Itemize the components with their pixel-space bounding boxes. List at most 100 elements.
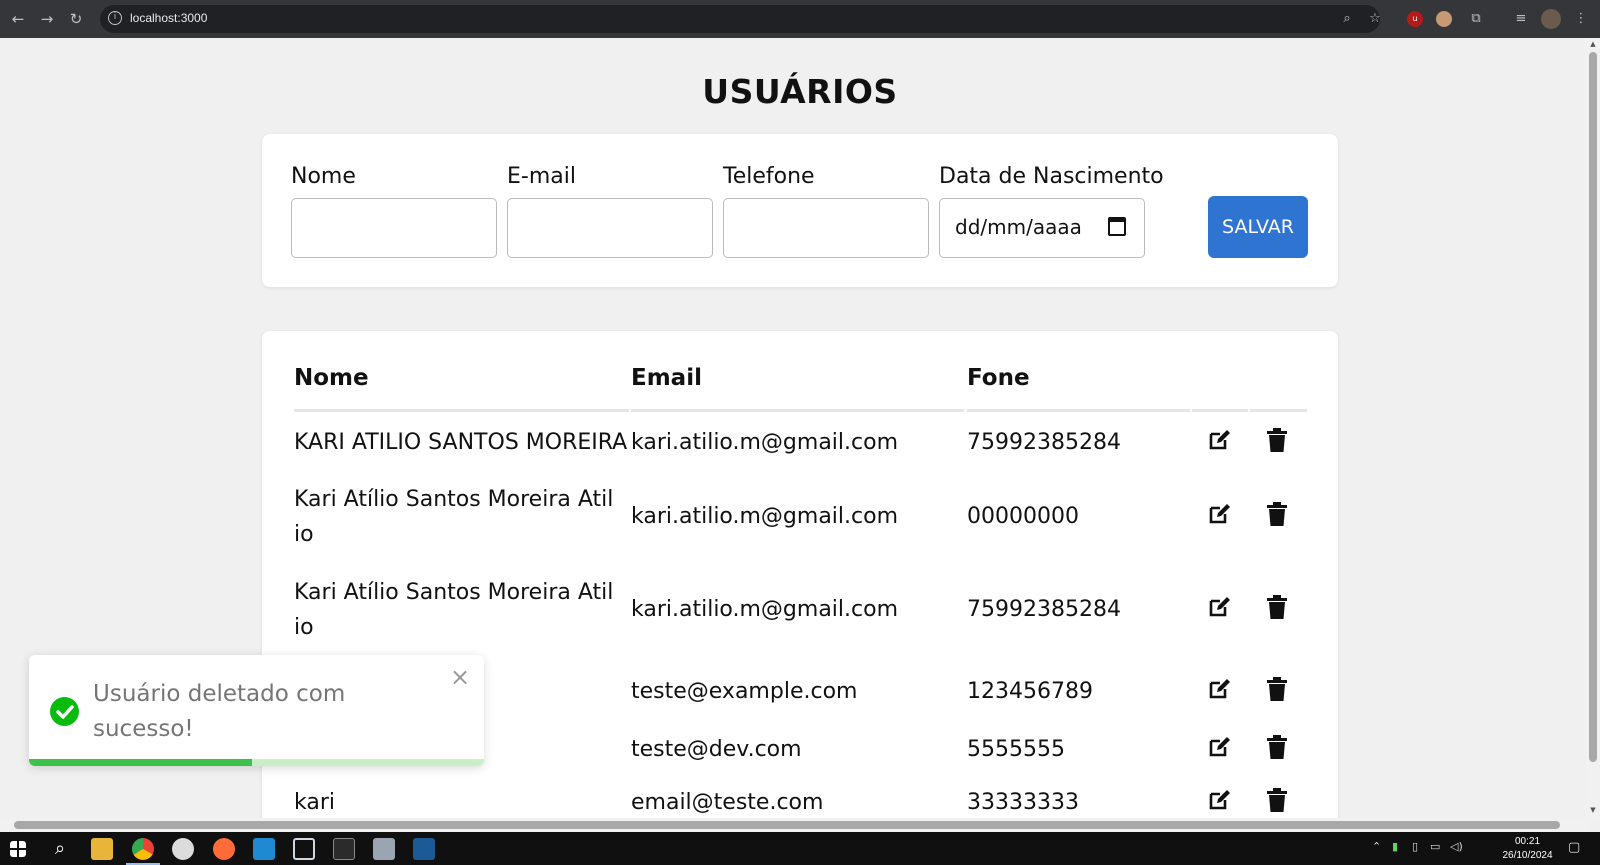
address-url[interactable]: localhost:3000 — [130, 11, 207, 25]
header-divider — [294, 409, 629, 412]
bookmark-star-icon[interactable]: ☆ — [1366, 10, 1384, 28]
browser-toolbar: ← → ↻ i localhost:3000 ⌕ ☆ u ⧉ ≡ ⋮ — [0, 0, 1600, 38]
vertical-scrollbar[interactable]: ▲ ▼ — [1586, 38, 1600, 818]
chrome-icon[interactable] — [132, 838, 154, 860]
trash-icon[interactable] — [1266, 595, 1288, 619]
battery-icon[interactable]: ▭ — [1430, 840, 1440, 853]
tray-overflow-icon[interactable]: ⌃ — [1372, 840, 1381, 853]
trash-icon[interactable] — [1266, 788, 1288, 812]
edit-icon[interactable] — [1208, 596, 1232, 618]
postman-icon[interactable] — [213, 838, 235, 860]
extensions-puzzle-icon[interactable]: ⧉ — [1467, 10, 1485, 28]
clock-time: 00:21 — [1514, 836, 1541, 847]
volume-icon[interactable]: ◁) — [1450, 840, 1463, 853]
save-button[interactable]: SALVAR — [1208, 196, 1308, 258]
reload-icon[interactable]: ↻ — [66, 9, 86, 29]
header-fone: Fone — [967, 365, 1030, 391]
telefone-input[interactable] — [723, 198, 929, 258]
forward-icon[interactable]: → — [37, 9, 57, 29]
cell-nome: kari — [294, 785, 335, 818]
cell-email: kari.atilio.m@gmail.com — [631, 430, 899, 455]
media-queue-icon[interactable]: ≡ — [1512, 10, 1530, 28]
cell-nome-line: kari — [294, 790, 335, 815]
header-nome: Nome — [294, 365, 369, 391]
vscode-icon[interactable] — [253, 838, 275, 860]
cell-fone: 75992385284 — [967, 430, 1121, 455]
cell-nome-line: Kari Atílio Santos Moreira Atil — [294, 580, 614, 605]
mysql-workbench-icon[interactable] — [413, 838, 435, 860]
vertical-scroll-thumb[interactable] — [1589, 52, 1597, 762]
horizontal-scrollbar[interactable] — [0, 818, 1586, 832]
cell-fone: 123456789 — [967, 679, 1093, 704]
trash-icon[interactable] — [1266, 502, 1288, 526]
cell-nome-line: io — [294, 615, 314, 640]
profile-avatar-icon[interactable] — [1541, 9, 1561, 29]
toast-close-icon[interactable]: × — [450, 663, 470, 691]
notifications-icon[interactable]: ▢ — [1568, 840, 1580, 855]
success-check-icon — [50, 697, 79, 726]
field-nome: Nome — [291, 164, 497, 258]
edit-icon[interactable] — [1208, 789, 1232, 811]
header-divider — [967, 409, 1190, 412]
data-nascimento-label: Data de Nascimento — [939, 164, 1164, 189]
extension-avatar-icon[interactable] — [1436, 11, 1452, 27]
cell-nome-line: KARI ATILIO SANTOS MOREIRA — [294, 430, 628, 455]
horizontal-scroll-thumb[interactable] — [14, 821, 1560, 829]
network-signal-icon[interactable]: ▮ — [1392, 840, 1398, 853]
usb-icon[interactable]: ▯ — [1412, 840, 1418, 853]
ublock-extension-icon[interactable]: u — [1407, 11, 1423, 27]
date-placeholder: dd/mm/aaaa — [955, 215, 1082, 239]
toast-message: Usuário deletado com sucesso! — [93, 677, 433, 747]
virtualbox-icon[interactable] — [293, 838, 315, 860]
edit-icon[interactable] — [1208, 429, 1232, 451]
search-icon[interactable]: ⌕ — [49, 838, 71, 860]
cell-nome: KARI ATILIO SANTOS MOREIRA — [294, 425, 627, 460]
email-input[interactable] — [507, 198, 713, 258]
cell-nome: Kari Atílio Santos Moreira Atil io — [294, 575, 613, 645]
cell-fone: 75992385284 — [967, 597, 1121, 622]
address-bar[interactable]: i localhost:3000 ⌕ ☆ — [100, 5, 1381, 33]
cell-email: teste@dev.com — [631, 737, 802, 762]
email-label: E-mail — [507, 164, 576, 189]
cell-nome-line: io — [294, 522, 314, 547]
toast-notification: Usuário deletado com sucesso! × — [29, 655, 484, 766]
back-icon[interactable]: ← — [8, 9, 28, 29]
scroll-down-arrow-icon[interactable]: ▼ — [1589, 806, 1597, 814]
edit-icon[interactable] — [1208, 503, 1232, 525]
trash-icon[interactable] — [1266, 677, 1288, 701]
menu-kebab-icon[interactable]: ⋮ — [1572, 10, 1590, 28]
windows-start-icon[interactable] — [10, 841, 26, 857]
toast-message-line2: sucesso! — [93, 716, 194, 742]
cell-fone: 00000000 — [967, 504, 1079, 529]
edit-icon[interactable] — [1208, 678, 1232, 700]
user-form-card: Nome E-mail Telefone Data de Nascimento … — [262, 134, 1338, 287]
nome-input[interactable] — [291, 198, 497, 258]
header-divider — [1250, 409, 1307, 412]
zoom-icon[interactable]: ⌕ — [1338, 10, 1356, 28]
file-explorer-icon[interactable] — [91, 838, 113, 860]
database-icon[interactable] — [373, 838, 395, 860]
field-email: E-mail — [507, 164, 713, 258]
field-data-nascimento: Data de Nascimento dd/mm/aaaa — [939, 164, 1164, 258]
site-info-icon[interactable]: i — [108, 11, 122, 25]
data-nascimento-input[interactable]: dd/mm/aaaa — [939, 198, 1145, 258]
page-title: USUÁRIOS — [702, 72, 898, 111]
telefone-label: Telefone — [723, 164, 815, 189]
toast-progress-bar — [29, 759, 252, 766]
terminal-icon[interactable] — [333, 838, 355, 860]
system-clock[interactable]: 00:21 26/10/2024 — [1500, 835, 1555, 863]
header-divider — [631, 409, 964, 412]
cell-fone: 33333333 — [967, 790, 1079, 815]
windows-taskbar: ⌕ ⌃ ▮ ▯ ▭ ◁) 00:21 26/10/2024 ▢ — [0, 832, 1600, 865]
calendar-icon[interactable] — [1108, 217, 1126, 236]
field-telefone: Telefone — [723, 164, 929, 258]
cell-email: kari.atilio.m@gmail.com — [631, 597, 899, 622]
cell-email: teste@example.com — [631, 679, 858, 704]
cell-nome: Kari Atílio Santos Moreira Atil io — [294, 482, 613, 552]
trash-icon[interactable] — [1266, 428, 1288, 452]
trash-icon[interactable] — [1266, 735, 1288, 759]
github-desktop-icon[interactable] — [172, 838, 194, 860]
nome-label: Nome — [291, 164, 356, 189]
scroll-up-arrow-icon[interactable]: ▲ — [1589, 40, 1597, 48]
edit-icon[interactable] — [1208, 736, 1232, 758]
